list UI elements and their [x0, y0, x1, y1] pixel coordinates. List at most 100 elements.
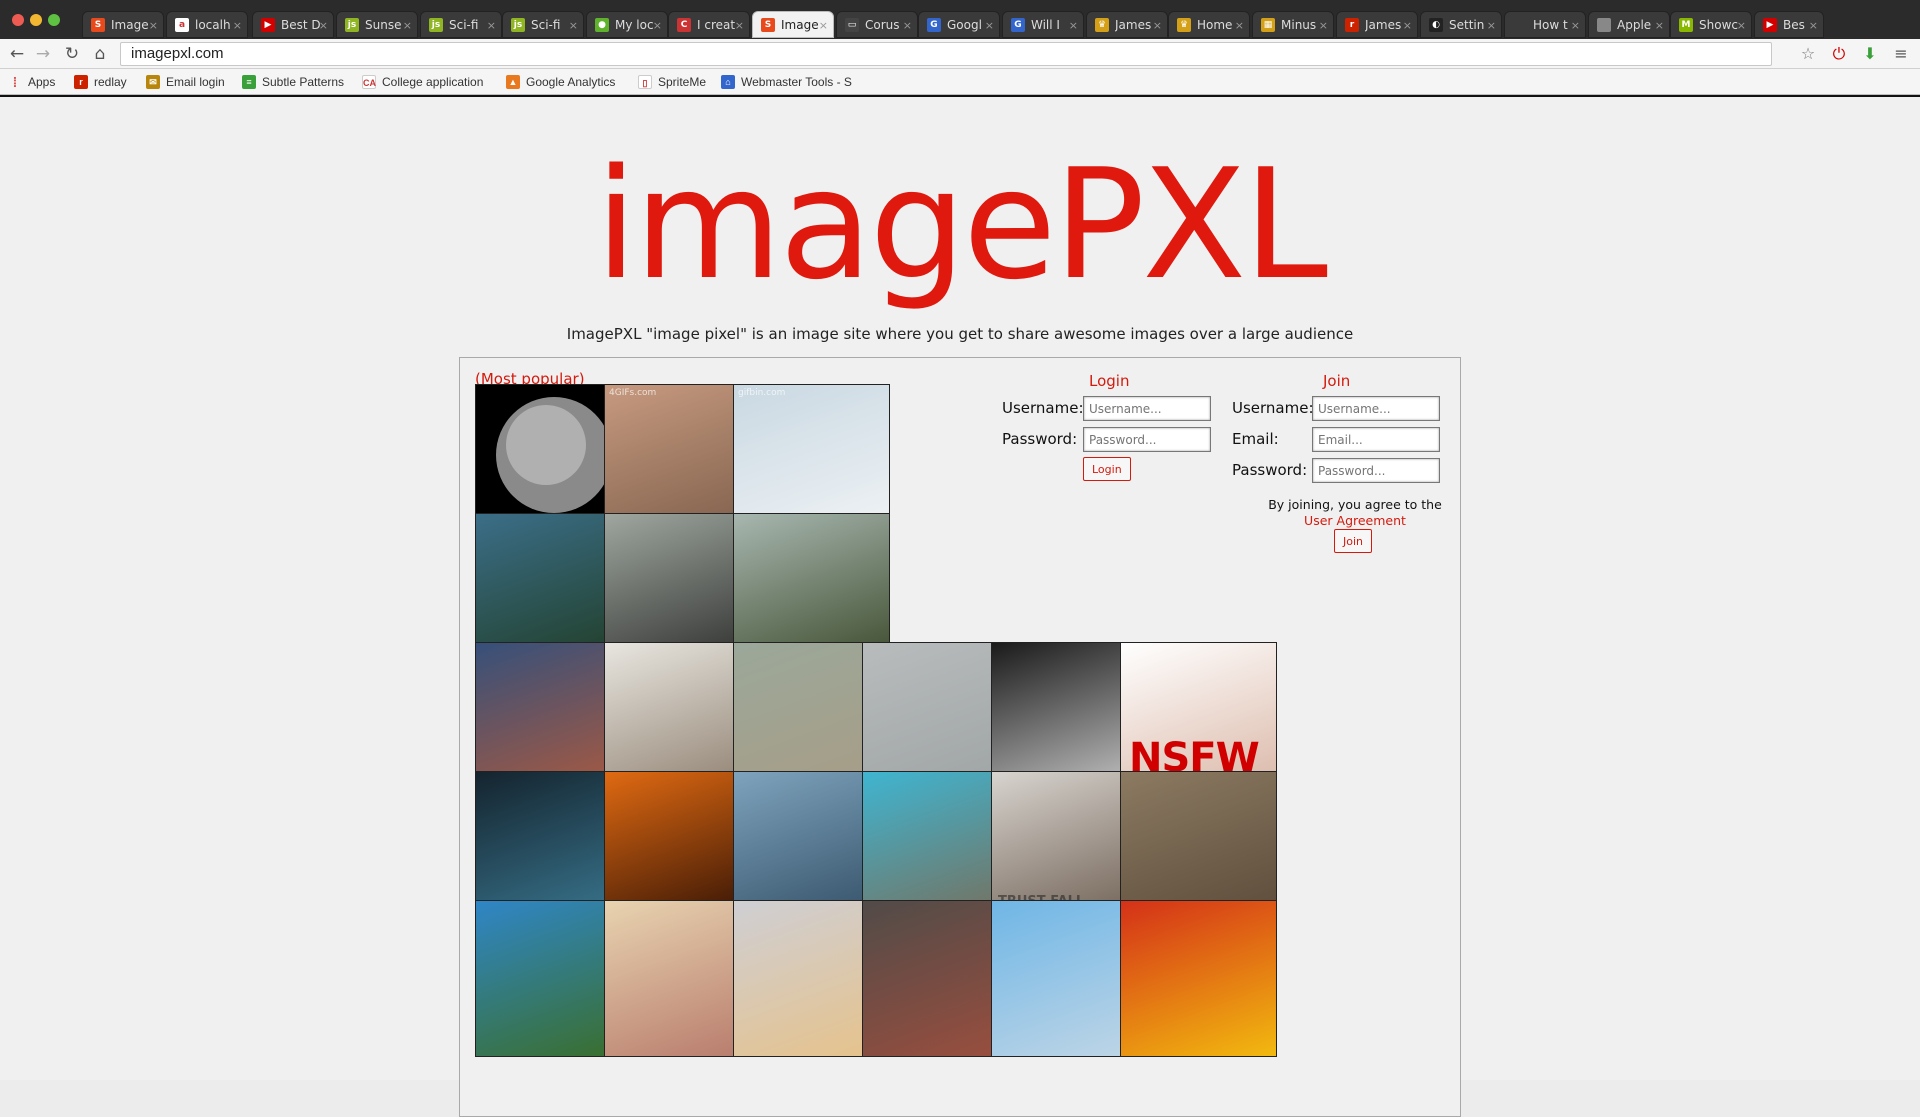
forward-button[interactable]: →: [32, 43, 54, 65]
tab-title: How t: [1533, 18, 1568, 32]
browser-tab[interactable]: M Showc ×: [1670, 11, 1752, 38]
browser-tab[interactable]: js Sunse ×: [336, 11, 418, 38]
back-button[interactable]: ←: [6, 43, 28, 65]
bookmark-item[interactable]: ⁞ Apps: [8, 73, 56, 91]
close-window-button[interactable]: [12, 14, 24, 26]
tab-favicon-icon: S: [761, 18, 775, 32]
browser-tab[interactable]: C I creat ×: [668, 11, 750, 38]
close-tab-icon[interactable]: ×: [1809, 12, 1818, 37]
browser-tab[interactable]: ♛ Home ×: [1168, 11, 1250, 38]
close-tab-icon[interactable]: ×: [1737, 12, 1746, 37]
browser-tab[interactable]: ▦ Minus ×: [1252, 11, 1334, 38]
address-bar[interactable]: imagepxl.com: [120, 42, 1772, 66]
tab-title: My loc: [615, 18, 654, 32]
bookmark-item[interactable]: ✉ Email login: [146, 73, 225, 91]
login-username-input[interactable]: [1083, 396, 1211, 421]
bookmark-item[interactable]: ⌂ Webmaster Tools - S: [721, 73, 852, 91]
browser-tab[interactable]: S Image ×: [82, 11, 164, 38]
close-tab-icon[interactable]: ×: [403, 12, 412, 37]
content-panel: (Most popular) 1 points11,306 views4GIFs…: [459, 357, 1461, 1117]
close-tab-icon[interactable]: ×: [985, 12, 994, 37]
bookmark-item[interactable]: r redlay: [74, 73, 127, 91]
join-password-input[interactable]: [1312, 458, 1440, 483]
browser-tab[interactable]: js Sci-fi ×: [502, 11, 584, 38]
browser-tab[interactable]: r James ×: [1336, 11, 1418, 38]
tab-favicon-icon: S: [91, 18, 105, 32]
close-tab-icon[interactable]: ×: [1403, 12, 1412, 37]
close-tab-icon[interactable]: ×: [735, 12, 744, 37]
bookmark-icon: r: [74, 75, 88, 89]
tab-title: Showc: [1699, 18, 1738, 32]
join-username-label: Username:: [1232, 399, 1314, 417]
browser-tab[interactable]: G Googl ×: [918, 11, 1000, 38]
tab-title: Home: [1197, 18, 1233, 32]
reload-button[interactable]: ↻: [61, 43, 83, 65]
maximize-window-button[interactable]: [48, 14, 60, 26]
tab-title: Settin: [1449, 18, 1485, 32]
bookmark-item[interactable]: ▲ Google Analytics: [506, 73, 615, 91]
close-tab-icon[interactable]: ×: [653, 12, 662, 37]
close-tab-icon[interactable]: ×: [1487, 12, 1496, 37]
join-password-label: Password:: [1232, 461, 1308, 479]
tab-favicon-icon: ◐: [1429, 18, 1443, 32]
user-agreement-link[interactable]: User Agreement: [1304, 513, 1406, 528]
bookmark-icon: ✉: [146, 75, 160, 89]
login-button[interactable]: Login: [1083, 457, 1131, 481]
join-email-input[interactable]: [1312, 427, 1440, 452]
bookmark-star-icon[interactable]: ☆: [1798, 44, 1818, 64]
tab-title: Image: [781, 18, 819, 32]
browser-tab[interactable]: ▶ Bes ×: [1754, 11, 1824, 38]
close-tab-icon[interactable]: ×: [569, 12, 578, 37]
close-tab-icon[interactable]: ×: [319, 12, 328, 37]
close-tab-icon[interactable]: ×: [149, 12, 158, 37]
tab-title: Sci-fi: [531, 18, 561, 32]
tab-favicon-icon: js: [429, 18, 443, 32]
close-tab-icon[interactable]: ×: [1235, 12, 1244, 37]
close-tab-icon[interactable]: ×: [487, 12, 496, 37]
browser-tab[interactable]: a localh ×: [166, 11, 248, 38]
close-tab-icon[interactable]: ×: [233, 12, 242, 37]
tab-favicon-icon: M: [1679, 18, 1693, 32]
browser-tab[interactable]: Apple ×: [1588, 11, 1670, 38]
tab-title: Sunse: [365, 18, 402, 32]
tab-favicon-icon: r: [1345, 18, 1359, 32]
tab-favicon-icon: ▦: [1261, 18, 1275, 32]
login-password-input[interactable]: [1083, 427, 1211, 452]
close-tab-icon[interactable]: ×: [1153, 12, 1162, 37]
browser-tab[interactable]: How t ×: [1504, 11, 1586, 38]
browser-tab[interactable]: S Image ×: [752, 11, 834, 38]
extension-icon[interactable]: ⏻: [1829, 44, 1849, 64]
close-tab-icon[interactable]: ×: [1655, 12, 1664, 37]
browser-toolbar: ← → ↻ ⌂ imagepxl.com ☆ ⏻ ⬇ ≡: [0, 39, 1920, 69]
browser-tab[interactable]: ◐ Settin ×: [1420, 11, 1502, 38]
image-thumbnail[interactable]: [1120, 900, 1277, 1057]
browser-tab[interactable]: G Will I ×: [1002, 11, 1084, 38]
tab-favicon-icon: C: [677, 18, 691, 32]
tab-favicon-icon: ▶: [261, 18, 275, 32]
browser-tab[interactable]: ▭ Corus ×: [836, 11, 918, 38]
close-tab-icon[interactable]: ×: [903, 12, 912, 37]
minimize-window-button[interactable]: [30, 14, 42, 26]
join-button[interactable]: Join: [1334, 529, 1373, 553]
bookmark-icon: ▯: [638, 75, 652, 89]
image-watermark: 4GIFs.com: [609, 388, 657, 398]
site-logo[interactable]: imagePXL: [590, 135, 1330, 315]
browser-tab[interactable]: ● My loc ×: [586, 11, 668, 38]
bookmark-item[interactable]: ▯ SpriteMe: [638, 73, 706, 91]
close-tab-icon[interactable]: ×: [1069, 12, 1078, 37]
bookmark-item[interactable]: CA College application: [362, 73, 483, 91]
tab-title: Sci-fi: [449, 18, 479, 32]
close-tab-icon[interactable]: ×: [1319, 12, 1328, 37]
browser-tab[interactable]: ▶ Best D ×: [252, 11, 334, 38]
menu-icon[interactable]: ≡: [1891, 44, 1911, 64]
browser-tab[interactable]: ♛ James ×: [1086, 11, 1168, 38]
bookmark-item[interactable]: ≡ Subtle Patterns: [242, 73, 344, 91]
close-tab-icon[interactable]: ×: [819, 12, 828, 37]
close-tab-icon[interactable]: ×: [1571, 12, 1580, 37]
home-button[interactable]: ⌂: [89, 43, 111, 65]
tab-title: James: [1365, 18, 1402, 32]
bookmark-icon: ≡: [242, 75, 256, 89]
join-username-input[interactable]: [1312, 396, 1440, 421]
download-icon[interactable]: ⬇: [1860, 44, 1880, 64]
browser-tab[interactable]: js Sci-fi ×: [420, 11, 502, 38]
